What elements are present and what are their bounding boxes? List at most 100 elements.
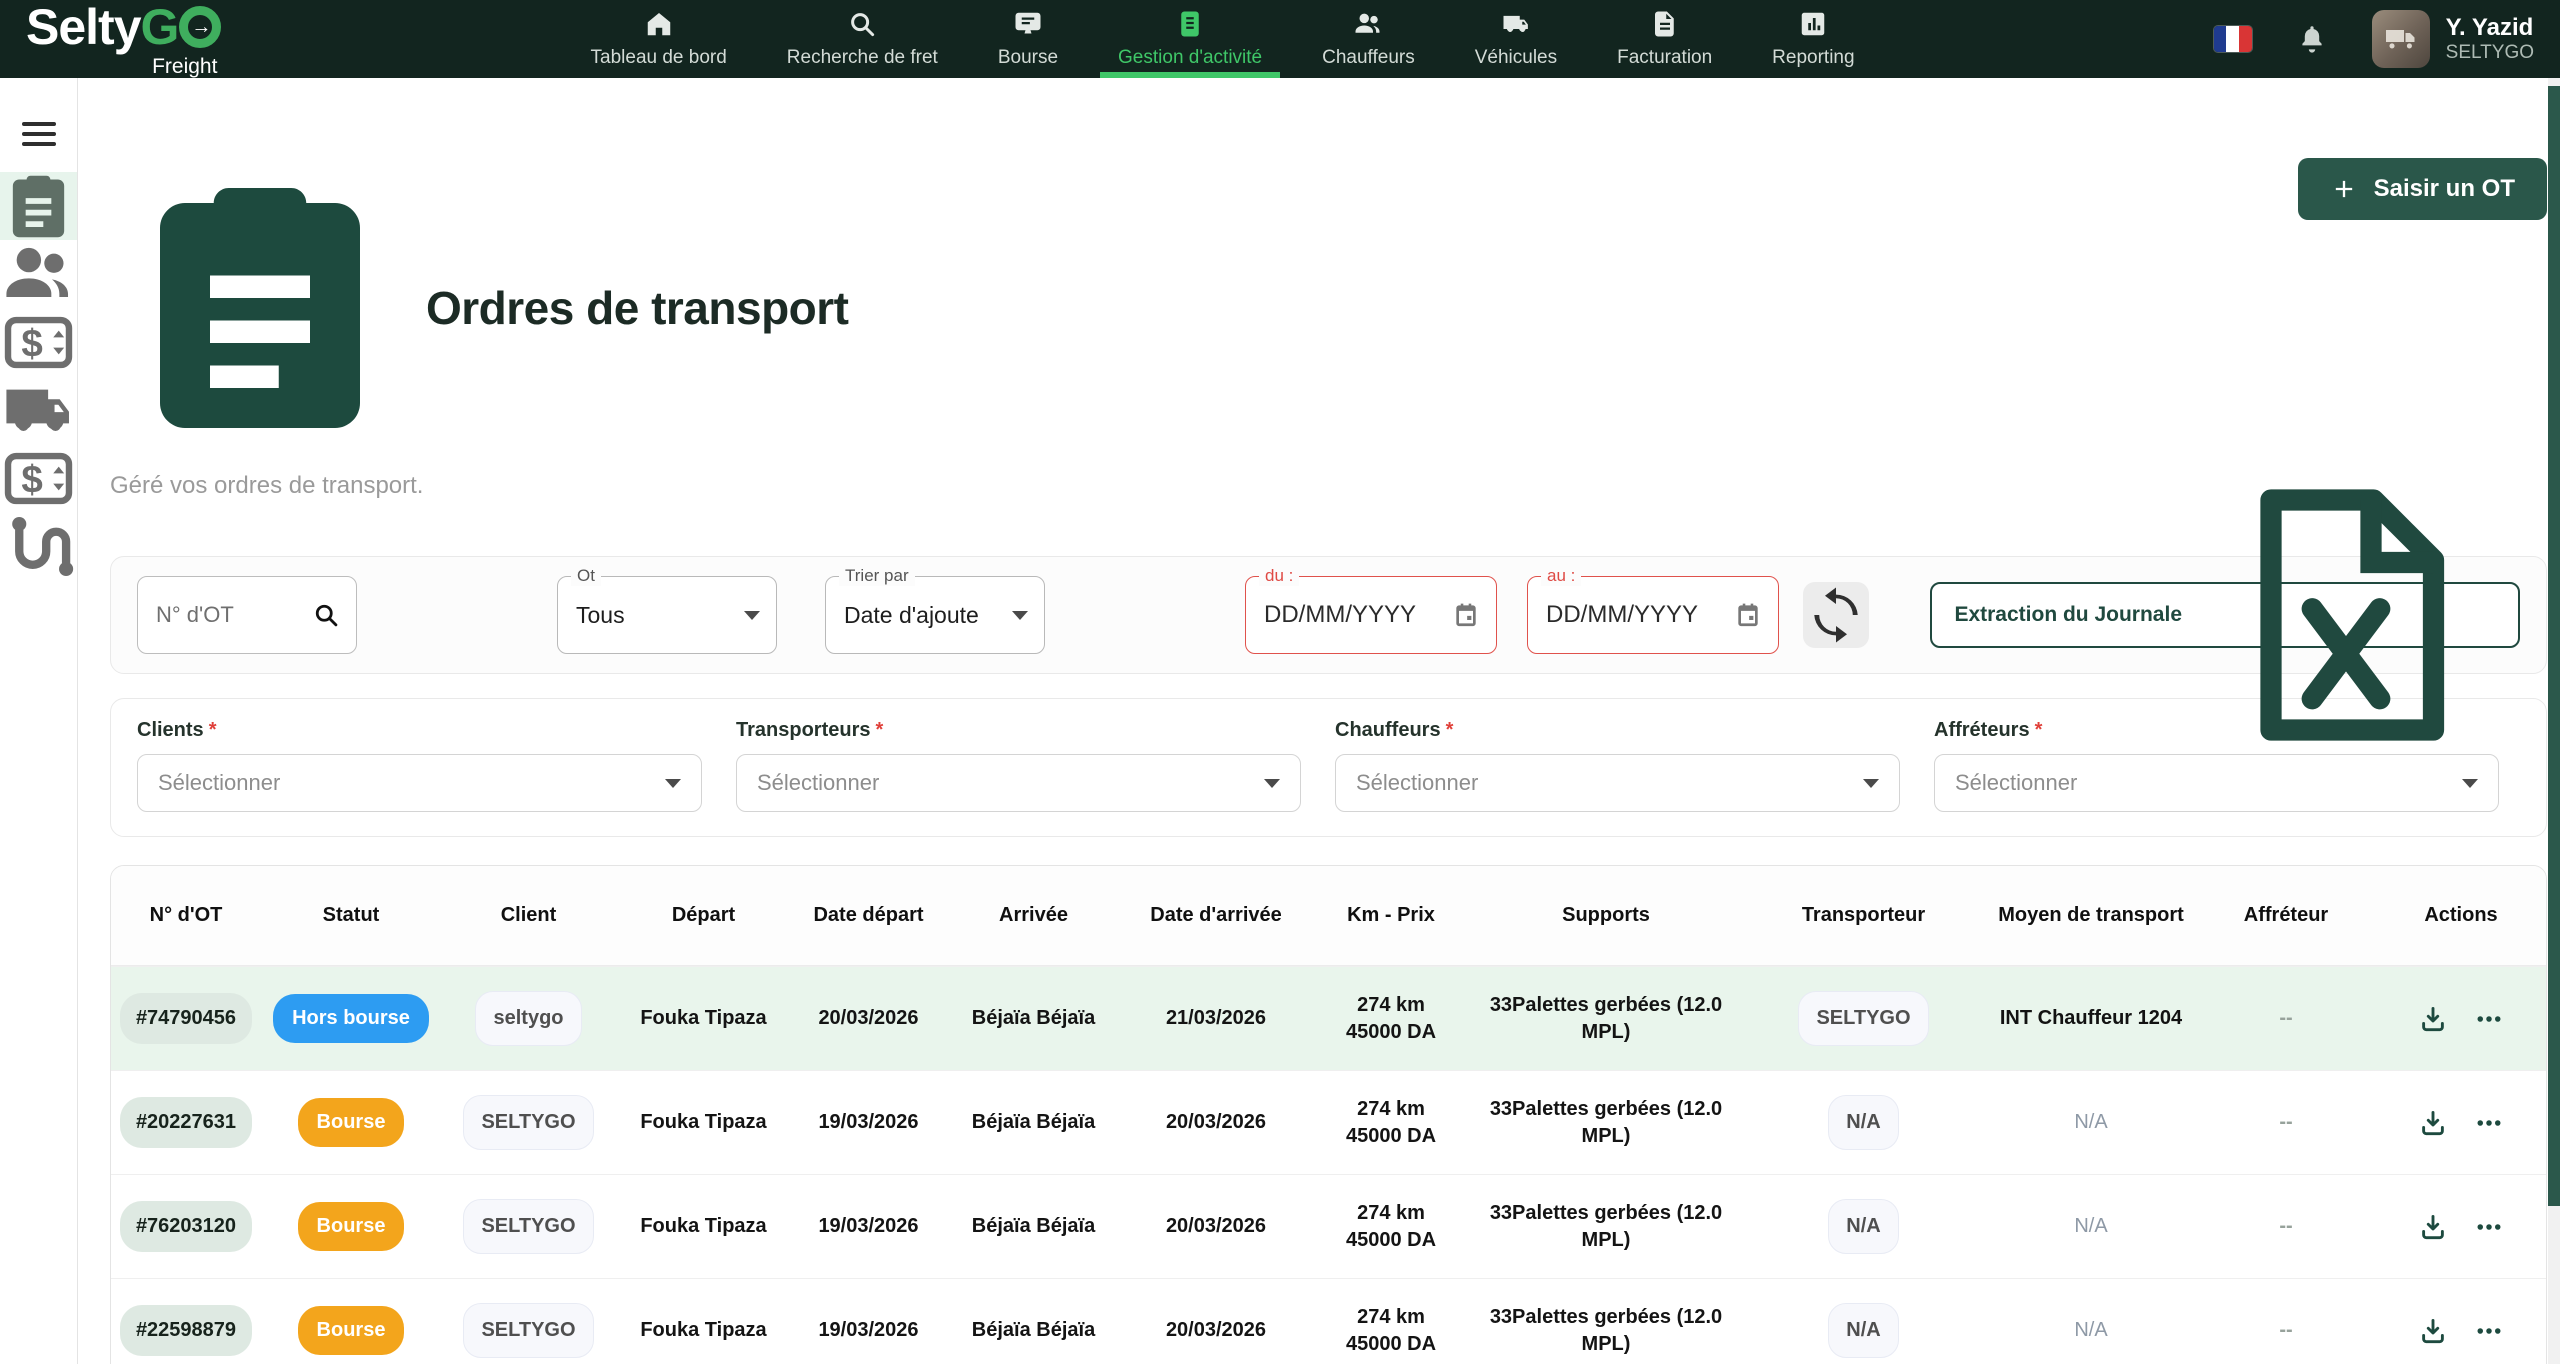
table-row[interactable]: #74790456 Hors bourse seltygo Fouka Tipa… [111, 966, 2546, 1070]
filter-select-value: Sélectionner [158, 770, 280, 796]
svg-text:$: $ [21, 458, 42, 501]
column-header: Date d'arrivée [1121, 902, 1311, 929]
nav-item[interactable]: Tableau de bord [587, 0, 731, 78]
sort-value: Date d'ajoute [844, 602, 979, 629]
table-row[interactable]: #22598879 Bourse SELTYGO Fouka Tipaza 19… [111, 1278, 2546, 1364]
filter-group: Chauffeurs* Sélectionner [1335, 719, 1900, 812]
sidebar-item[interactable] [0, 376, 77, 444]
sidebar-item[interactable]: $ [0, 444, 77, 512]
chevron-down-icon [1863, 779, 1879, 788]
scrollbar-thumb[interactable] [2548, 86, 2560, 1206]
km-prix-cell: 274 km 45000 DA [1311, 1096, 1471, 1149]
filter-label: Chauffeurs* [1335, 719, 1900, 742]
date-arrivee-cell: 20/03/2026 [1121, 1317, 1311, 1343]
nav-item[interactable]: Reporting [1768, 0, 1858, 78]
user-menu[interactable]: Y. Yazid SELTYGO [2372, 10, 2534, 68]
refresh-button[interactable] [1803, 582, 1869, 648]
filter-select[interactable]: Sélectionner [1335, 754, 1900, 812]
nav-icon [1798, 9, 1828, 39]
sidebar-item[interactable] [0, 172, 77, 240]
page-scrollbar[interactable] [2548, 78, 2560, 1364]
depart-cell: Fouka Tipaza [616, 1005, 791, 1031]
client-badge: SELTYGO [463, 1303, 593, 1357]
affreteur-cell: -- [2196, 1317, 2376, 1343]
page-subtitle: Géré vos ordres de transport. [110, 472, 849, 500]
ot-search-input[interactable] [156, 602, 286, 628]
nav-label: Véhicules [1475, 47, 1557, 69]
more-options-icon[interactable] [2474, 1212, 2504, 1242]
nav-icon [1501, 9, 1531, 39]
page-header: Ordres de transport Géré vos ordres de t… [110, 158, 2547, 500]
client-badge: SELTYGO [463, 1199, 593, 1253]
ot-type-value: Tous [576, 602, 625, 629]
sidebar: $ $ [0, 78, 78, 1364]
brand-arrow-icon: → [179, 6, 221, 48]
nav-item[interactable]: Facturation [1613, 0, 1716, 78]
table-row[interactable]: #76203120 Bourse SELTYGO Fouka Tipaza 19… [111, 1174, 2546, 1278]
export-journal-button[interactable]: Extraction du Journale [1930, 582, 2520, 648]
ot-type-select[interactable]: Ot Tous [557, 576, 777, 654]
filter-select-value: Sélectionner [1955, 770, 2077, 796]
filter-select[interactable]: Sélectionner [137, 754, 702, 812]
download-icon[interactable] [2418, 1316, 2448, 1346]
more-options-icon[interactable] [2474, 1316, 2504, 1346]
table-row[interactable]: #20227631 Bourse SELTYGO Fouka Tipaza 19… [111, 1070, 2546, 1174]
client-badge: SELTYGO [463, 1095, 593, 1149]
nav-item[interactable]: Chauffeurs [1318, 0, 1419, 78]
sidebar-item-icon [0, 168, 77, 245]
more-options-icon[interactable] [2474, 1108, 2504, 1138]
nav-item[interactable]: Bourse [994, 0, 1062, 78]
ot-type-label: Ot [571, 566, 601, 586]
actions-cell [2376, 1004, 2546, 1034]
ot-id-badge: #76203120 [120, 1201, 252, 1251]
sidebar-item[interactable] [0, 512, 77, 580]
download-icon[interactable] [2418, 1212, 2448, 1242]
filter-select[interactable]: Sélectionner [736, 754, 1301, 812]
chevron-down-icon [665, 779, 681, 788]
status-badge: Bourse [298, 1306, 405, 1354]
sort-select[interactable]: Trier par Date d'ajoute [825, 576, 1045, 654]
brand-logo[interactable]: SeltyG→ Freight [26, 2, 221, 77]
date-to-field[interactable]: au : DD/MM/YYYY [1527, 576, 1779, 654]
prix-value: 45000 DA [1319, 1227, 1463, 1253]
language-flag-fr[interactable] [2214, 26, 2252, 52]
filter-label: Affréteurs* [1934, 719, 2499, 742]
supports-cell: 33Palettes gerbées (12.0 MPL) [1471, 1096, 1741, 1149]
plus-icon [2330, 175, 2358, 203]
client-badge: seltygo [475, 991, 581, 1045]
menu-hamburger-icon[interactable] [22, 122, 56, 146]
column-header: Km - Prix [1311, 902, 1471, 929]
avatar [2372, 10, 2430, 68]
create-ot-button[interactable]: Saisir un OT [2298, 158, 2547, 220]
sidebar-item-icon [0, 508, 77, 585]
nav-icon [644, 9, 674, 39]
search-icon[interactable] [312, 601, 340, 629]
nav-label: Recherche de fret [787, 47, 938, 69]
brand-tagline: Freight [152, 56, 221, 77]
filter-select[interactable]: Sélectionner [1934, 754, 2499, 812]
filter-group: Clients* Sélectionner [137, 719, 702, 812]
download-icon[interactable] [2418, 1108, 2448, 1138]
orders-table: N° d'OT Statut Client Départ Date départ… [110, 865, 2547, 1364]
download-icon[interactable] [2418, 1004, 2448, 1034]
sidebar-item[interactable] [0, 240, 77, 308]
sidebar-items: $ $ [0, 172, 77, 580]
sidebar-item[interactable]: $ [0, 308, 77, 376]
date-from-field[interactable]: du : DD/MM/YYYY [1245, 576, 1497, 654]
nav-item[interactable]: Gestion d'activité [1114, 0, 1266, 78]
nav-item[interactable]: Recherche de fret [783, 0, 942, 78]
chevron-down-icon [744, 611, 760, 620]
calendar-icon[interactable] [1734, 601, 1762, 629]
nav-item[interactable]: Véhicules [1471, 0, 1561, 78]
notifications-bell-icon[interactable] [2296, 23, 2328, 55]
km-prix-cell: 274 km 45000 DA [1311, 1304, 1471, 1357]
calendar-icon[interactable] [1452, 601, 1480, 629]
filter-label: Clients* [137, 719, 702, 742]
sidebar-item-icon: $ [0, 440, 77, 517]
depart-cell: Fouka Tipaza [616, 1317, 791, 1343]
date-from-value: DD/MM/YYYY [1264, 601, 1424, 629]
ot-search-field[interactable] [137, 576, 357, 654]
more-options-icon[interactable] [2474, 1004, 2504, 1034]
filter-bar: Ot Tous Trier par Date d'ajoute du : DD/… [110, 556, 2547, 674]
transporteur-badge: N/A [1828, 1095, 1898, 1149]
